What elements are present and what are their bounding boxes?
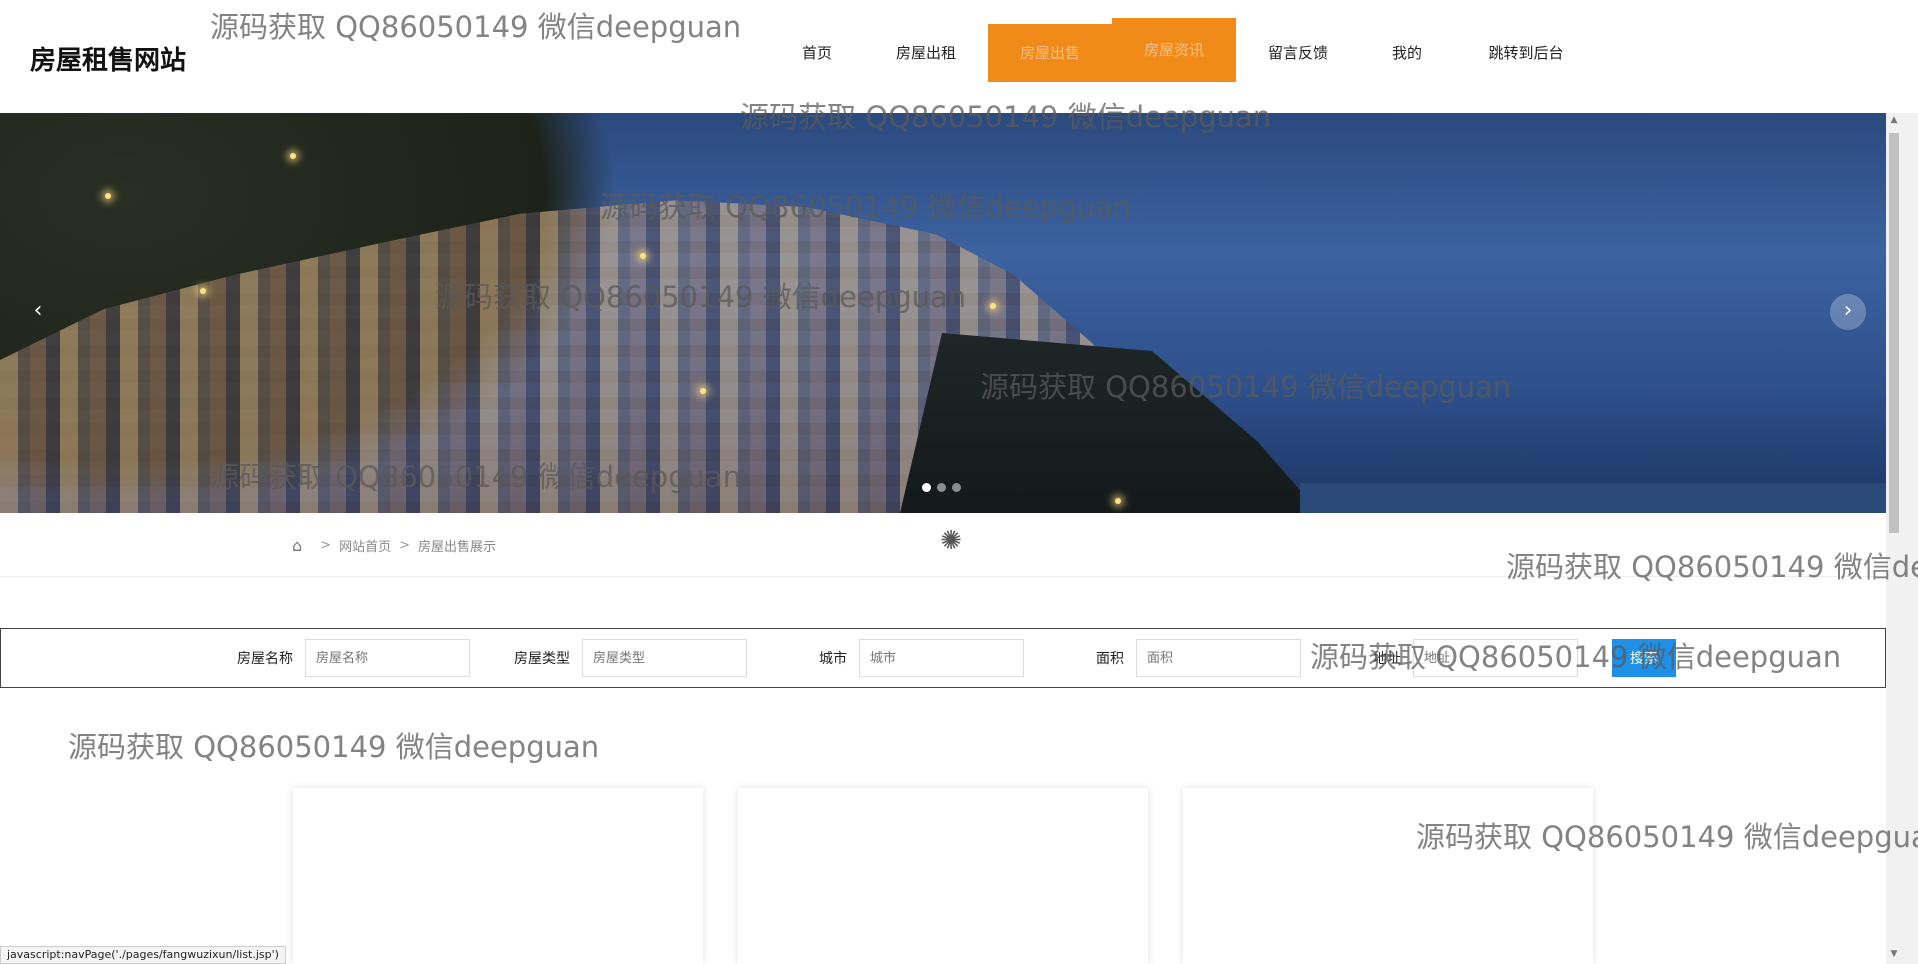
breadcrumb-item-current: 房屋出售展示 [417,539,496,555]
breadcrumb-separator: > [320,537,332,553]
chevron-left-icon[interactable]: ‹ [20,294,56,330]
divider [0,576,1886,577]
city-input[interactable] [859,639,1024,677]
nav-item-home[interactable]: 首页 [770,24,864,82]
carousel-dot[interactable] [937,483,946,492]
nav-item-admin[interactable]: 跳转到后台 [1454,24,1598,82]
site-logo[interactable]: 房屋租售网站 [30,40,186,77]
house-type-input[interactable] [582,639,747,677]
home-icon[interactable]: ⌂ [292,536,302,555]
house-card[interactable] [1183,788,1593,964]
scroll-thumb[interactable] [1889,133,1899,533]
area-input[interactable] [1136,639,1301,677]
house-name-input[interactable] [305,639,470,677]
field-label-type: 房屋类型 [514,651,570,667]
address-input[interactable] [1413,639,1578,677]
main-nav: 首页 房屋出租 房屋出售 房屋资讯 留言反馈 我的 跳转到后台 [770,18,1598,82]
carousel-dots [922,483,961,492]
breadcrumb-item-home[interactable]: 网站首页 [339,536,391,555]
nav-item-feedback[interactable]: 留言反馈 [1236,24,1360,82]
page-scrollbar[interactable]: ▲ ▼ [1886,113,1918,964]
watermark: 源码获取 QQ86050149 微信deepguan [1506,550,1918,584]
watermark: 源码获取 QQ86050149 微信deepguan [68,730,600,764]
field-label-area: 面积 [1096,651,1124,667]
breadcrumb: ⌂ > 网站首页 > 房屋出售展示 [292,535,496,555]
nav-item-mine[interactable]: 我的 [1360,24,1454,82]
chevron-right-icon[interactable]: › [1830,294,1866,330]
loading-spinner-icon: ✺ [940,526,962,556]
house-card[interactable] [293,788,703,964]
breadcrumb-separator: > [399,537,410,553]
scroll-up-icon[interactable]: ▲ [1888,115,1900,127]
nav-item-news[interactable]: 房屋资讯 [1112,18,1236,82]
field-label-name: 房屋名称 [237,651,293,667]
nav-item-sale[interactable]: 房屋出售 [988,24,1112,82]
search-button[interactable]: 搜索 [1612,639,1676,677]
site-header: 房屋租售网站 首页 房屋出租 房屋出售 房屋资讯 留言反馈 我的 跳转到后台 [0,0,1918,113]
house-card[interactable] [738,788,1148,964]
field-label-address: 地址 [1373,651,1401,667]
banner-carousel [0,113,1886,513]
search-bar: 房屋名称 房屋类型 城市 面积 地址 搜索 [0,628,1886,688]
carousel-dot[interactable] [952,483,961,492]
field-label-city: 城市 [819,651,847,667]
carousel-dot[interactable] [922,483,931,492]
browser-status-bar: javascript:navPage('./pages/fangwuzixun/… [0,946,286,964]
scroll-down-icon[interactable]: ▼ [1888,949,1900,961]
nav-item-rent[interactable]: 房屋出租 [864,24,988,82]
